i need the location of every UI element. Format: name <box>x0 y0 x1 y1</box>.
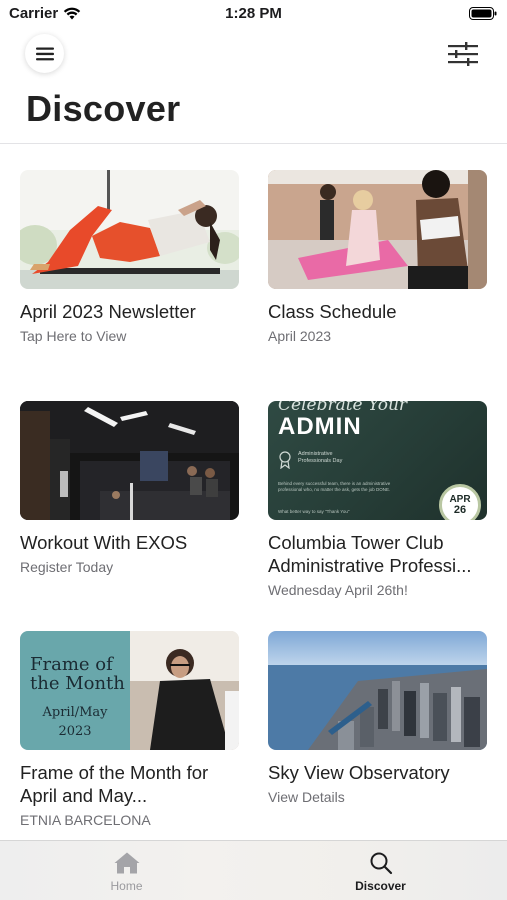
card-subtitle: Register Today <box>20 559 114 575</box>
card-newsletter[interactable]: April 2023 Newsletter Tap Here to View <box>20 170 239 344</box>
frame-line3: April/May <box>42 705 108 720</box>
tab-label: Discover <box>355 879 406 893</box>
sliders-icon <box>448 42 478 66</box>
status-time: 1:28 PM <box>225 5 282 22</box>
situp-photo <box>20 170 239 289</box>
tab-label: Home <box>110 879 143 893</box>
card-subtitle: April 2023 <box>268 328 332 344</box>
admin-body: Behind every successful team, there is a… <box>278 481 391 492</box>
card-workout-exos[interactable]: Workout With EXOS Register Today <box>20 401 239 575</box>
card-class-schedule[interactable]: Class Schedule April 2023 <box>268 170 487 344</box>
card-subtitle: ETNIA BARCELONA <box>20 812 151 828</box>
hamburger-icon <box>35 47 54 60</box>
card-image: Frame of the Month April/May 2023 <box>20 631 239 750</box>
card-title: Sky View Observatory <box>268 762 450 783</box>
city-skyline-photo <box>268 631 487 750</box>
card-title: Workout With EXOS <box>20 532 188 553</box>
status-bar: Carrier 1:28 PM <box>0 0 507 30</box>
card-subtitle: Tap Here to View <box>20 328 127 344</box>
card-subtitle: View Details <box>268 789 345 805</box>
admin-day-label: Administrative Professionals Day <box>298 451 343 464</box>
menu-button[interactable] <box>25 34 64 73</box>
card-title: April 2023 Newsletter <box>20 301 196 322</box>
award-icon <box>279 451 291 469</box>
frame-line4: 2023 <box>58 724 92 739</box>
admin-footer: What better way to say "Thank You" <box>278 509 350 514</box>
tab-home[interactable]: Home <box>0 841 253 900</box>
card-title: Frame of the Month for April and May... <box>20 762 209 806</box>
home-icon <box>114 852 139 874</box>
admin-title: ADMIN <box>278 413 362 440</box>
card-image <box>268 631 487 750</box>
card-image <box>20 401 239 520</box>
nav-bar: Discover <box>0 30 507 144</box>
card-subtitle: Wednesday April 26th! <box>268 582 408 598</box>
tab-discover[interactable]: Discover <box>254 841 507 900</box>
card-admin-day[interactable]: Celebrate Your ADMIN Administrative Prof… <box>268 401 487 598</box>
page-title: Discover <box>26 88 181 129</box>
battery-icon <box>469 7 497 20</box>
card-sky-view[interactable]: Sky View Observatory View Details <box>268 631 487 805</box>
tab-bar: Home Discover <box>0 840 507 900</box>
gym-photo <box>20 401 239 520</box>
yoga-class-photo <box>268 170 487 289</box>
card-image <box>268 170 487 289</box>
filter-button[interactable] <box>447 40 479 68</box>
card-image: Celebrate Your ADMIN Administrative Prof… <box>268 401 487 520</box>
badge-day: 26 <box>453 503 467 516</box>
frame-line1: Frame of <box>30 654 113 675</box>
card-frame-of-month[interactable]: Frame of the Month April/May 2023 Frame … <box>20 631 239 828</box>
search-icon <box>370 852 392 875</box>
frame-line2: the Month <box>30 673 125 694</box>
card-title: Columbia Tower Club Administrative Profe… <box>268 532 472 576</box>
badge-month: APR <box>449 493 471 505</box>
date-badge: APR 26 <box>439 484 481 520</box>
card-title: Class Schedule <box>268 301 397 322</box>
card-image <box>20 170 239 289</box>
